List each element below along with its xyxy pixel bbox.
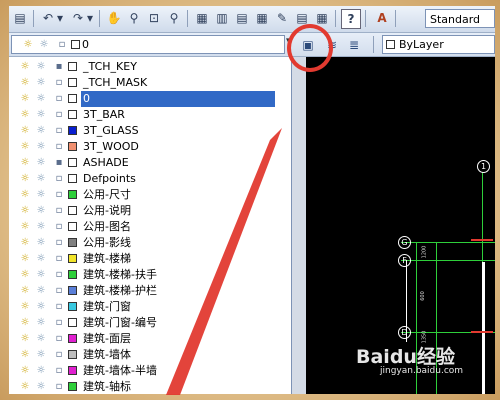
baidu-watermark: Baidu经验 <box>356 346 455 368</box>
annotation-arrow <box>166 128 282 395</box>
watermark-url: jingyan.baidu.com <box>380 366 464 376</box>
